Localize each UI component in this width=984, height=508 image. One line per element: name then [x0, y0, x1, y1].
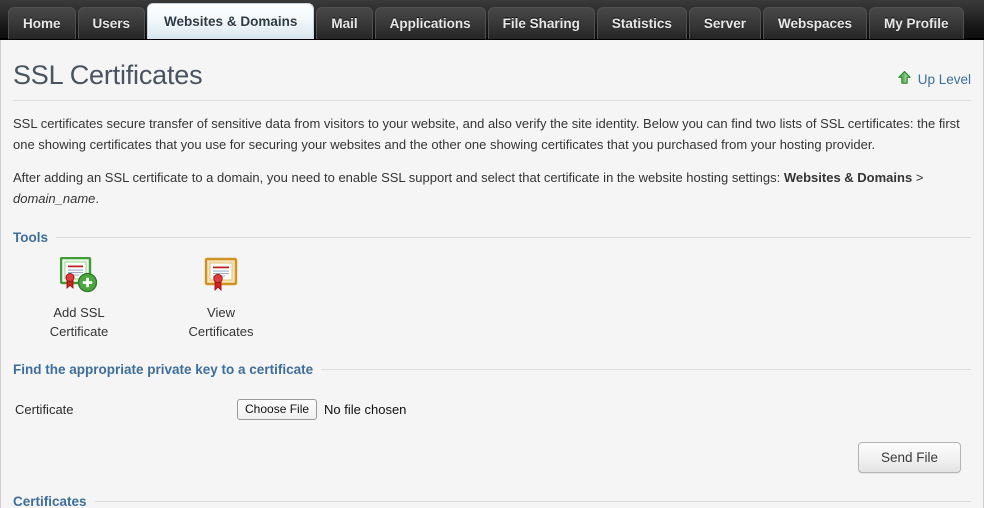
page-content: SSL Certificates Up Level SSL certificat…	[0, 40, 984, 508]
certificate-field-label: Certificate	[15, 402, 74, 418]
main-navigation-tabbar: Home Users Websites & Domains Mail Appli…	[0, 0, 984, 40]
tab-server[interactable]: Server	[688, 7, 761, 39]
tab-mail[interactable]: Mail	[316, 7, 373, 39]
tool-add-ssl-certificate[interactable]: Add SSL Certificate	[31, 256, 127, 341]
tools-heading-rule	[56, 237, 971, 239]
certificates-section-header: Certificates	[13, 494, 971, 508]
certificate-upload-row: Certificate Choose File No file chosen	[13, 399, 971, 421]
private-key-heading: Find the appropriate private key to a ce…	[13, 362, 314, 378]
description-paragraph-1: SSL certificates secure transfer of sens…	[13, 116, 960, 152]
tools-heading: Tools	[13, 230, 48, 246]
certificate-file-input[interactable]: Choose File No file chosen	[237, 399, 407, 421]
title-divider	[13, 100, 971, 101]
description-p2-italic: domain_name	[13, 190, 96, 206]
certificate-view-icon	[203, 257, 239, 293]
certificate-add-icon	[59, 256, 98, 293]
description-paragraph-2: After adding an SSL certificate to a dom…	[13, 168, 969, 209]
private-key-section-header: Find the appropriate private key to a ce…	[13, 362, 971, 377]
up-level-link[interactable]: Up Level	[897, 70, 971, 88]
certificates-heading: Certificates	[13, 494, 87, 508]
tool-view-certificates[interactable]: View Certificates	[173, 257, 269, 341]
tab-my-profile[interactable]: My Profile	[869, 7, 964, 39]
tab-users[interactable]: Users	[77, 7, 146, 39]
no-file-chosen-text: No file chosen	[324, 402, 407, 418]
page-title: SSL Certificates	[13, 60, 203, 90]
tab-file-sharing[interactable]: File Sharing	[487, 7, 595, 39]
description-p2-separator: >	[912, 170, 924, 186]
tab-home[interactable]: Home	[8, 7, 76, 39]
tab-webspaces[interactable]: Webspaces	[762, 7, 868, 39]
send-file-button[interactable]: Send File	[857, 442, 961, 474]
green-up-arrow-icon	[897, 70, 912, 88]
description-p2-text-after: .	[95, 190, 100, 206]
page-header: SSL Certificates Up Level	[13, 40, 971, 91]
tools-list: Add SSL Certificate View Certificates	[13, 245, 971, 341]
tool-add-ssl-certificate-label: Add SSL Certificate	[49, 305, 109, 339]
tool-view-certificates-label: View Certificates	[188, 305, 254, 339]
tab-statistics[interactable]: Statistics	[596, 7, 687, 39]
up-level-label: Up Level	[917, 71, 971, 87]
choose-file-button[interactable]: Choose File	[237, 399, 318, 421]
private-key-heading-rule	[321, 369, 971, 371]
description-p2-bold: Websites & Domains	[783, 170, 913, 186]
tab-applications[interactable]: Applications	[374, 7, 486, 39]
send-file-button-row: Send File	[13, 442, 971, 474]
tab-websites-and-domains[interactable]: Websites & Domains	[147, 3, 315, 39]
tools-section-header: Tools	[13, 230, 971, 245]
description-p2-text-before: After adding an SSL certificate to a dom…	[13, 170, 784, 186]
certificates-heading-rule	[94, 501, 971, 503]
